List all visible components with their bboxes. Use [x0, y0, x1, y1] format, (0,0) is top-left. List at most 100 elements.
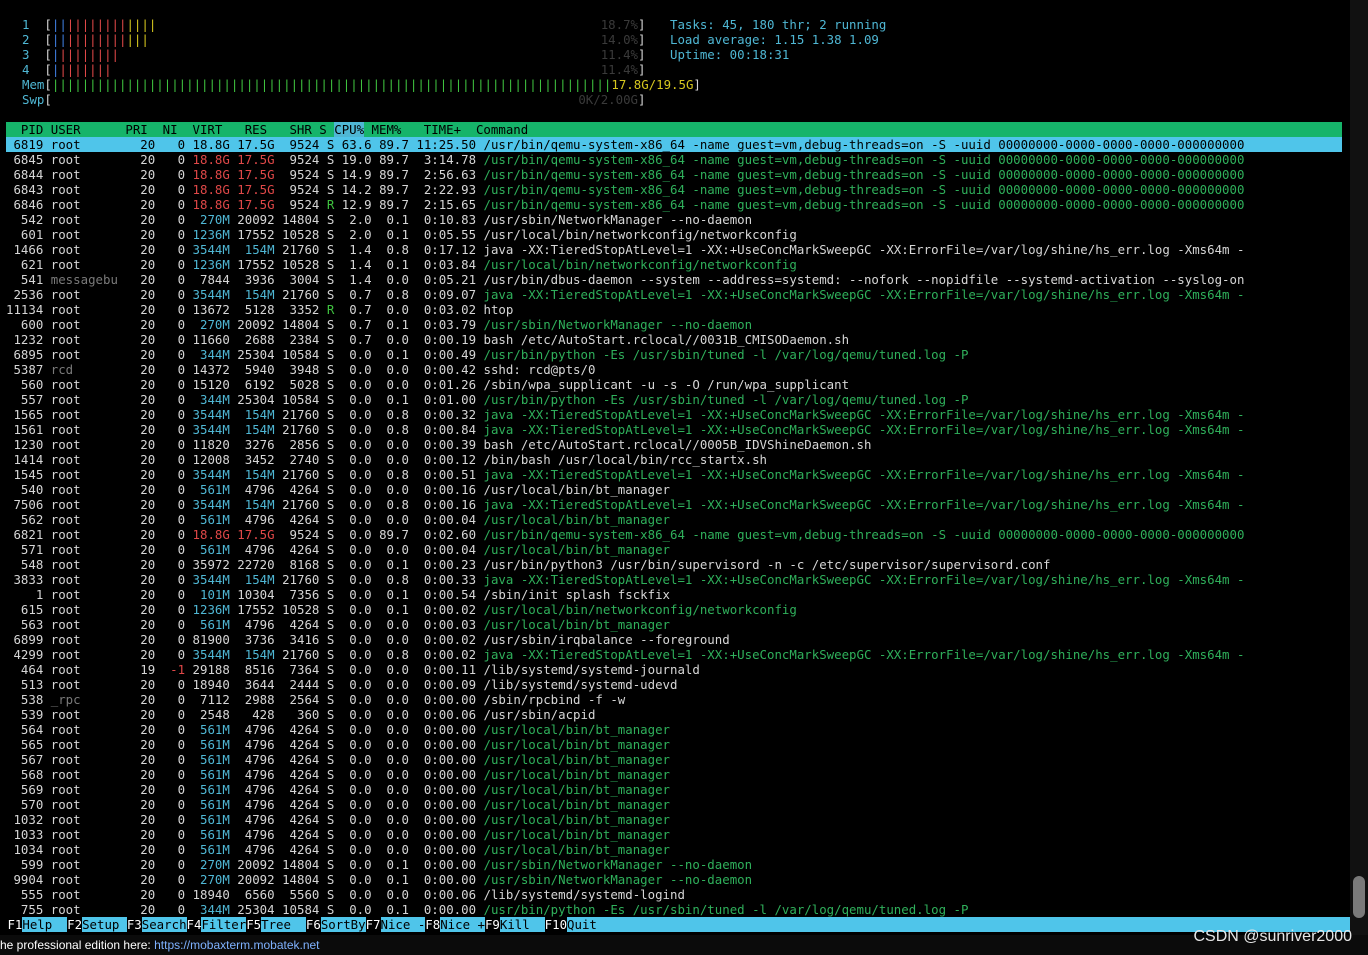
table-row[interactable]: 1 root 20 0 101M 10304 7356 S 0.0 0.1 0:… [6, 587, 1342, 602]
fkey-label-f1[interactable]: Help [22, 917, 68, 932]
table-row[interactable]: 621 root 20 0 1236M 17552 10528 S 1.4 0.… [6, 257, 1342, 272]
table-row[interactable]: 5387 rcd 20 0 14372 5940 3948 S 0.0 0.0 … [6, 362, 1342, 377]
table-row[interactable]: 6819 root 20 0 18.8G 17.5G 9524 S 63.6 8… [6, 137, 1342, 152]
table-row[interactable]: 539 root 20 0 2548 428 360 S 0.0 0.0 0:0… [6, 707, 1342, 722]
table-row[interactable]: 567 root 20 0 561M 4796 4264 S 0.0 0.0 0… [6, 752, 1342, 767]
table-row[interactable]: 563 root 20 0 561M 4796 4264 S 0.0 0.0 0… [6, 617, 1342, 632]
fkey-label-f4[interactable]: Filter [201, 917, 247, 932]
cell-mem: 0.0 [379, 692, 417, 707]
table-row[interactable]: 564 root 20 0 561M 4796 4264 S 0.0 0.0 0… [6, 722, 1342, 737]
table-row[interactable]: 538 _rpc 20 0 7112 2988 2564 S 0.0 0.0 0… [6, 692, 1342, 707]
table-row[interactable]: 568 root 20 0 561M 4796 4264 S 0.0 0.0 0… [6, 767, 1342, 782]
table-row[interactable]: 548 root 20 0 35972 22720 8168 S 0.0 0.1… [6, 557, 1342, 572]
table-row[interactable]: 569 root 20 0 561M 4796 4264 S 0.0 0.0 0… [6, 782, 1342, 797]
table-row[interactable]: 1466 root 20 0 3544M 154M 21760 S 1.4 0.… [6, 242, 1342, 257]
table-row[interactable]: 557 root 20 0 344M 25304 10584 S 0.0 0.1… [6, 392, 1342, 407]
table-row[interactable]: 1034 root 20 0 561M 4796 4264 S 0.0 0.0 … [6, 842, 1342, 857]
process-table-header[interactable]: PID USER PRI NI VIRT RES SHR S CPU% MEM%… [6, 122, 1342, 137]
table-row[interactable]: 1033 root 20 0 561M 4796 4264 S 0.0 0.0 … [6, 827, 1342, 842]
table-row[interactable]: 560 root 20 0 15120 6192 5028 S 0.0 0.0 … [6, 377, 1342, 392]
fkey-f7[interactable]: F7 [366, 917, 381, 932]
scrollbar[interactable] [1350, 0, 1368, 935]
table-row[interactable]: 1232 root 20 0 11660 2688 2384 S 0.7 0.0… [6, 332, 1342, 347]
cell-mem: 0.1 [379, 872, 417, 887]
cell-pri: 20 [125, 422, 163, 437]
table-row[interactable]: 540 root 20 0 561M 4796 4264 S 0.0 0.0 0… [6, 482, 1342, 497]
cell-mem: 0.8 [379, 647, 417, 662]
fkey-f9[interactable]: F9 [485, 917, 500, 932]
cell-s: S [326, 212, 342, 227]
fkey-label-f5[interactable]: Tree [261, 917, 306, 932]
cell-mem: 0.1 [379, 902, 417, 917]
fkey-f8[interactable]: F8 [425, 917, 440, 932]
table-row[interactable]: 2536 root 20 0 3544M 154M 21760 S 0.7 0.… [6, 287, 1342, 302]
table-row[interactable]: 1545 root 20 0 3544M 154M 21760 S 0.0 0.… [6, 467, 1342, 482]
table-row[interactable]: 600 root 20 0 270M 20092 14804 S 0.7 0.1… [6, 317, 1342, 332]
table-row[interactable]: 1565 root 20 0 3544M 154M 21760 S 0.0 0.… [6, 407, 1342, 422]
fkey-f1[interactable]: F1 [7, 917, 22, 932]
table-row[interactable]: 1561 root 20 0 3544M 154M 21760 S 0.0 0.… [6, 422, 1342, 437]
scrollbar-thumb[interactable] [1353, 876, 1365, 918]
fkey-label-f9[interactable]: Kill [499, 917, 545, 932]
fkey-f10[interactable]: F10 [545, 917, 567, 932]
table-row[interactable]: 9904 root 20 0 270M 20092 14804 S 0.0 0.… [6, 872, 1342, 887]
table-row[interactable]: 6843 root 20 0 18.8G 17.5G 9524 S 14.2 8… [6, 182, 1342, 197]
cell-pri: 20 [125, 632, 163, 647]
cell-user: root [50, 842, 126, 857]
table-row[interactable]: 6845 root 20 0 18.8G 17.5G 9524 S 19.0 8… [6, 152, 1342, 167]
table-row[interactable]: 6895 root 20 0 344M 25304 10584 S 0.0 0.… [6, 347, 1342, 362]
fkey-label-f6[interactable]: SortBy [320, 917, 366, 932]
table-row[interactable]: 599 root 20 0 270M 20092 14804 S 0.0 0.1… [6, 857, 1342, 872]
table-row[interactable]: 1230 root 20 0 11820 3276 2856 S 0.0 0.0… [6, 437, 1342, 452]
fkey-label-f8[interactable]: Nice + [440, 917, 485, 932]
fkey-f5[interactable]: F5 [246, 917, 261, 932]
cell-res: 4796 [237, 812, 283, 827]
table-row[interactable]: 6846 root 20 0 18.8G 17.5G 9524 R 12.9 8… [6, 197, 1342, 212]
table-row[interactable]: 601 root 20 0 1236M 17552 10528 S 2.0 0.… [6, 227, 1342, 242]
table-row[interactable]: 755 root 20 0 344M 25304 10584 S 0.0 0.1… [6, 902, 1342, 917]
fkey-label-f10[interactable]: Quit [567, 917, 612, 932]
fkey-f4[interactable]: F4 [187, 917, 202, 932]
table-row[interactable]: 570 root 20 0 561M 4796 4264 S 0.0 0.0 0… [6, 797, 1342, 812]
status-link[interactable]: https://mobaxterm.mobatek.net [154, 938, 319, 952]
header-sort-column[interactable]: CPU% [334, 122, 365, 137]
table-row[interactable]: 565 root 20 0 561M 4796 4264 S 0.0 0.0 0… [6, 737, 1342, 752]
table-row[interactable]: 6821 root 20 0 18.8G 17.5G 9524 S 0.0 89… [6, 527, 1342, 542]
cell-pri: 20 [125, 257, 163, 272]
cell-virt: 7844 [192, 272, 238, 287]
table-row[interactable]: 1032 root 20 0 561M 4796 4264 S 0.0 0.0 … [6, 812, 1342, 827]
fkey-label-f3[interactable]: Search [141, 917, 187, 932]
table-row[interactable]: 6844 root 20 0 18.8G 17.5G 9524 S 14.9 8… [6, 167, 1342, 182]
cell-shr: 4264 [282, 827, 327, 842]
cell-ni: 0 [162, 572, 193, 587]
fkey-f3[interactable]: F3 [127, 917, 142, 932]
fkey-f6[interactable]: F6 [306, 917, 321, 932]
cell-res: 4796 [237, 617, 283, 632]
table-row[interactable]: 464 root 19 -1 29188 8516 7364 S 0.0 0.0… [6, 662, 1342, 677]
fkey-label-f7[interactable]: Nice - [380, 917, 426, 932]
fkey-f2[interactable]: F2 [67, 917, 82, 932]
table-row[interactable]: 562 root 20 0 561M 4796 4264 S 0.0 0.0 0… [6, 512, 1342, 527]
table-row[interactable]: 11134 root 20 0 13672 5128 3352 R 0.7 0.… [6, 302, 1342, 317]
table-row[interactable]: 1414 root 20 0 12008 3452 2740 S 0.0 0.0… [6, 452, 1342, 467]
table-row[interactable]: 3833 root 20 0 3544M 154M 21760 S 0.0 0.… [6, 572, 1342, 587]
fkey-label-f2[interactable]: Setup [82, 917, 127, 932]
cell-time: 0:00.33 [416, 572, 484, 587]
table-row[interactable]: 615 root 20 0 1236M 17552 10528 S 0.0 0.… [6, 602, 1342, 617]
cell-s: S [326, 497, 342, 512]
cell-cpu: 0.7 [341, 317, 380, 332]
table-row[interactable]: 7506 root 20 0 3544M 154M 21760 S 0.0 0.… [6, 497, 1342, 512]
table-row[interactable]: 542 root 20 0 270M 20092 14804 S 2.0 0.1… [6, 212, 1342, 227]
table-row[interactable]: 541 messagebu 20 0 7844 3936 3004 S 1.4 … [6, 272, 1342, 287]
header-columns-left[interactable]: PID USER PRI NI VIRT RES SHR S [6, 122, 334, 137]
table-row[interactable]: 513 root 20 0 18940 3644 2444 S 0.0 0.0 … [6, 677, 1342, 692]
cell-time: 0:03.84 [416, 257, 484, 272]
table-row[interactable]: 571 root 20 0 561M 4796 4264 S 0.0 0.0 0… [6, 542, 1342, 557]
cell-virt: 11820 [192, 437, 238, 452]
table-row[interactable]: 4299 root 20 0 3544M 154M 21760 S 0.0 0.… [6, 647, 1342, 662]
cell-time: 0:00.00 [416, 857, 484, 872]
table-row[interactable]: 555 root 20 0 18940 6560 5560 S 0.0 0.0 … [6, 887, 1342, 902]
table-row[interactable]: 6899 root 20 0 81900 3736 3416 S 0.0 0.0… [6, 632, 1342, 647]
htop-terminal[interactable]: 1 [|||||||||||||| 18.7%] 2 [||||||||||||| 1… [0, 0, 1350, 935]
header-columns-right[interactable]: MEM% TIME+ Command [364, 122, 529, 137]
